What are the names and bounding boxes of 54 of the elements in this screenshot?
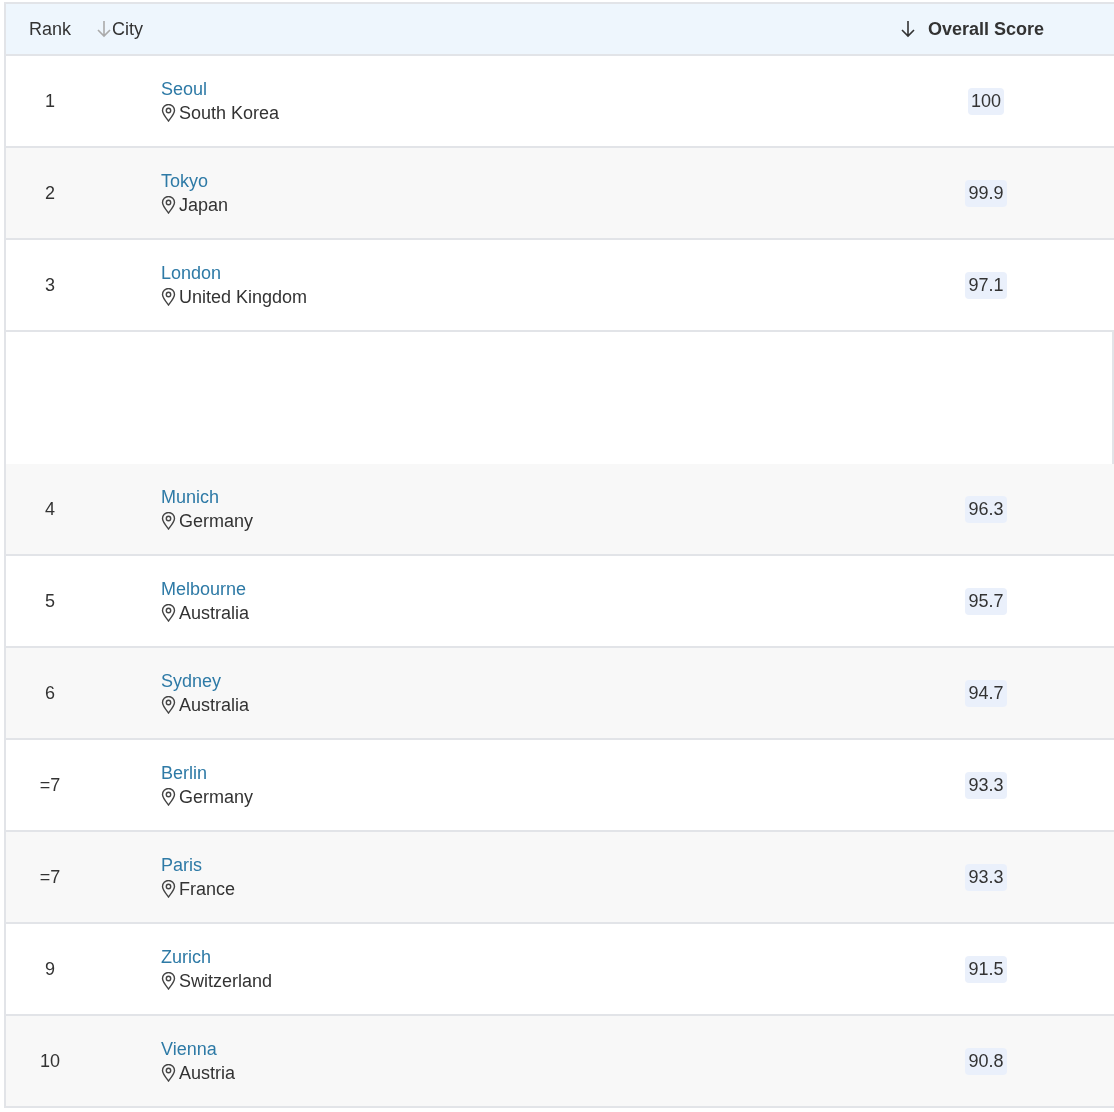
country-text: Switzerland <box>179 970 273 993</box>
location-pin-icon <box>161 972 176 991</box>
city-link[interactable]: Berlin <box>161 760 208 785</box>
rank-cell-text: 2 <box>44 181 56 205</box>
country-text: France <box>179 878 236 901</box>
score-badge: 96.3 <box>965 495 1007 523</box>
rank-cell-text: 6 <box>44 681 56 705</box>
city-link[interactable]: Munich <box>161 484 220 509</box>
score-badge: 90.8 <box>965 1047 1007 1075</box>
location-pin-icon <box>161 288 176 307</box>
country-text: Germany <box>179 510 254 533</box>
country-text: Australia <box>179 602 250 625</box>
city-link[interactable]: Melbourne <box>161 576 247 601</box>
city-link[interactable]: Seoul <box>161 76 208 101</box>
country-text: Austria <box>179 1062 236 1085</box>
rank-cell-text: 10 <box>39 1049 61 1073</box>
location-pin-icon <box>161 196 176 215</box>
location-pin-icon <box>161 512 176 531</box>
score-badge: 100 <box>967 87 1004 115</box>
city-link[interactable]: Sydney <box>161 668 222 693</box>
location-pin-icon <box>161 880 176 899</box>
rank-cell-text: 9 <box>44 957 56 981</box>
rank-cell-text: 1 <box>44 89 56 113</box>
sort-arrow-icon <box>900 20 916 38</box>
location-pin-icon <box>161 104 176 123</box>
score-badge: 93.3 <box>965 863 1007 891</box>
score-badge: 91.5 <box>965 955 1007 983</box>
city-link[interactable]: Tokyo <box>161 168 209 193</box>
rank-cell-text: 4 <box>44 497 56 521</box>
country-text: Germany <box>179 786 254 809</box>
country-text: United Kingdom <box>179 286 308 309</box>
score-badge: 93.3 <box>965 771 1007 799</box>
rank-cell-text: 3 <box>44 273 56 297</box>
country-text: Australia <box>179 694 250 717</box>
score-badge: 94.7 <box>965 679 1007 707</box>
country-text: South Korea <box>179 102 280 125</box>
city-link[interactable]: Vienna <box>161 1036 217 1061</box>
score-badge: 99.9 <box>965 179 1007 207</box>
rank-cell-text: =7 <box>38 773 62 797</box>
sort-arrow-icon <box>96 20 112 38</box>
city-link[interactable]: Paris <box>161 852 202 877</box>
location-pin-icon <box>161 788 176 807</box>
score-badge: 95.7 <box>965 587 1007 615</box>
country-text: Japan <box>179 194 229 217</box>
city-link[interactable]: London <box>161 260 222 285</box>
score-badge: 97.1 <box>965 271 1007 299</box>
city-link[interactable]: Zurich <box>161 944 211 969</box>
location-pin-icon <box>161 604 176 623</box>
column-header[interactable]: City <box>96 15 143 43</box>
column-header[interactable]: Overall Score <box>900 15 1045 43</box>
rank-cell-text: 5 <box>44 589 56 613</box>
location-pin-icon <box>161 1064 176 1083</box>
rank-cell-text: =7 <box>38 865 62 889</box>
location-pin-icon <box>161 696 176 715</box>
